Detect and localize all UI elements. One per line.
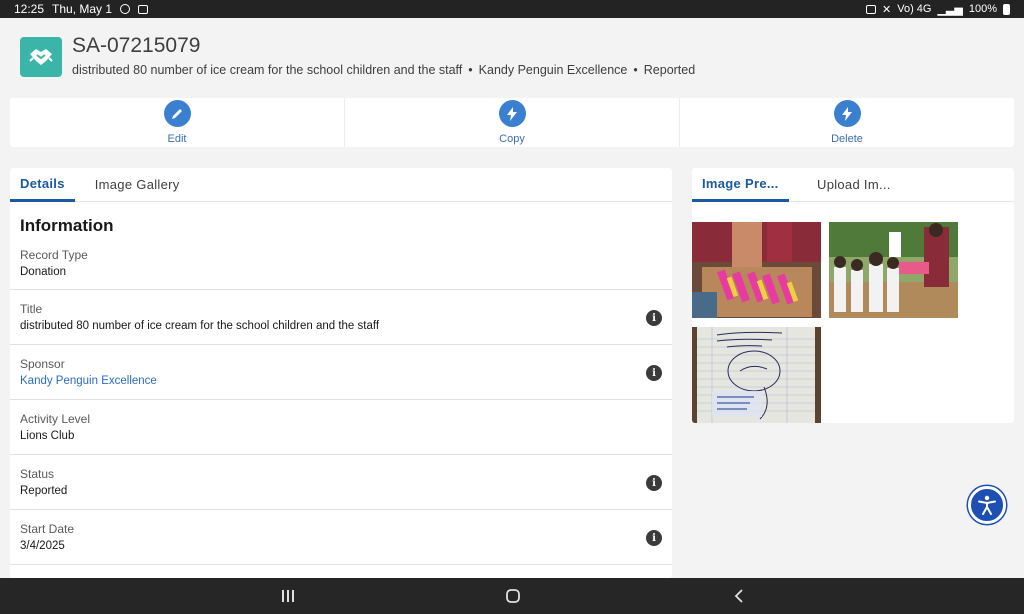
tab-upload-image[interactable]: Upload Im... [807,168,917,201]
section-title: Information [20,216,114,235]
record-title: SA-07215079 [72,34,201,57]
field-label: Status [20,467,55,481]
recent-apps-button[interactable] [278,587,298,605]
tab-image-preview[interactable]: Image Pre... [692,168,789,202]
status-date: Thu, May 1 [52,2,113,16]
field-start-date: Start Date 3/4/2025 i [10,510,672,565]
back-icon [734,589,743,603]
alarm-icon [866,4,876,14]
back-button[interactable] [729,587,749,605]
navigation-bar [0,578,1024,614]
pencil-icon [163,100,191,127]
details-panel: Details Image Gallery Information Record… [10,168,672,578]
field-sponsor: Sponsor Kandy Penguin Excellence i [10,345,672,400]
subtitle-sponsor: Kandy Penguin Excellence [478,63,628,77]
subtitle-title: distributed 80 number of ice cream for t… [72,63,463,77]
info-icon[interactable]: i [646,530,662,546]
network-label: Vo) 4G [897,3,932,15]
gallery-icon [138,4,149,14]
handshake-icon [20,37,62,77]
field-record-type: Record Type Donation [10,248,672,290]
lightning-icon [833,100,861,127]
signal-icon: ▁▃▅ [937,3,963,16]
field-value: Reported [20,485,68,497]
field-label: Activity Level [20,412,91,426]
home-button[interactable] [503,587,523,605]
home-icon [506,589,520,603]
record-subtitle: distributed 80 number of ice cream for t… [72,63,695,77]
field-value: Donation [20,266,67,278]
image-panel: Image Pre... Upload Im... [692,168,1014,423]
battery-label: 100% [968,3,997,15]
delete-label: Delete [831,133,863,145]
battery-icon [1003,3,1010,15]
record-header: SA-07215079 distributed 80 number of ice… [0,18,1024,96]
children-receiving-ice-cream-photo[interactable] [829,222,958,318]
sponsor-link[interactable]: Kandy Penguin Excellence [20,375,662,387]
info-icon[interactable]: i [646,310,662,326]
info-icon[interactable]: i [646,365,662,381]
separator-dot: • [468,63,473,77]
copy-button[interactable]: Copy [345,98,680,147]
field-value: 3/4/2025 [20,540,65,552]
action-bar: Edit Copy Delete [10,98,1014,147]
field-value: Lions Club [20,430,75,442]
field-status: Status Reported i [10,455,672,510]
copy-label: Copy [499,133,525,145]
ice-cream-boxes-photo[interactable] [692,222,821,318]
field-label: Start Date [20,522,75,536]
field-label: Record Type [20,248,88,262]
details-tabs: Details Image Gallery [10,168,672,202]
delete-button[interactable]: Delete [680,98,1014,147]
mute-icon: ✕ [882,3,892,16]
separator-dot: • [633,63,638,77]
lightning-icon [498,100,526,127]
accessibility-icon [978,495,996,515]
tab-image-gallery[interactable]: Image Gallery [85,168,190,201]
accessibility-button[interactable] [968,486,1006,524]
tab-details[interactable]: Details [10,168,75,202]
subtitle-status: Reported [643,63,696,77]
whatsapp-icon [120,4,131,14]
edit-label: Edit [167,133,187,145]
image-tabs: Image Pre... Upload Im... [692,168,1014,202]
status-bar: 12:25 Thu, May 1 ✕ Vo) 4G ▁▃▅ 100% [0,0,1024,18]
field-title: Title distributed 80 number of ice cream… [10,290,672,345]
field-value: distributed 80 number of ice cream for t… [20,320,380,332]
recent-apps-icon [282,590,294,602]
field-label: Title [20,302,43,316]
field-label: Sponsor [20,357,65,371]
edit-button[interactable]: Edit [10,98,345,147]
status-time: 12:25 [14,2,45,16]
info-icon[interactable]: i [646,475,662,491]
field-activity-level: Activity Level Lions Club [10,400,672,455]
receipt-photo[interactable] [692,327,821,423]
